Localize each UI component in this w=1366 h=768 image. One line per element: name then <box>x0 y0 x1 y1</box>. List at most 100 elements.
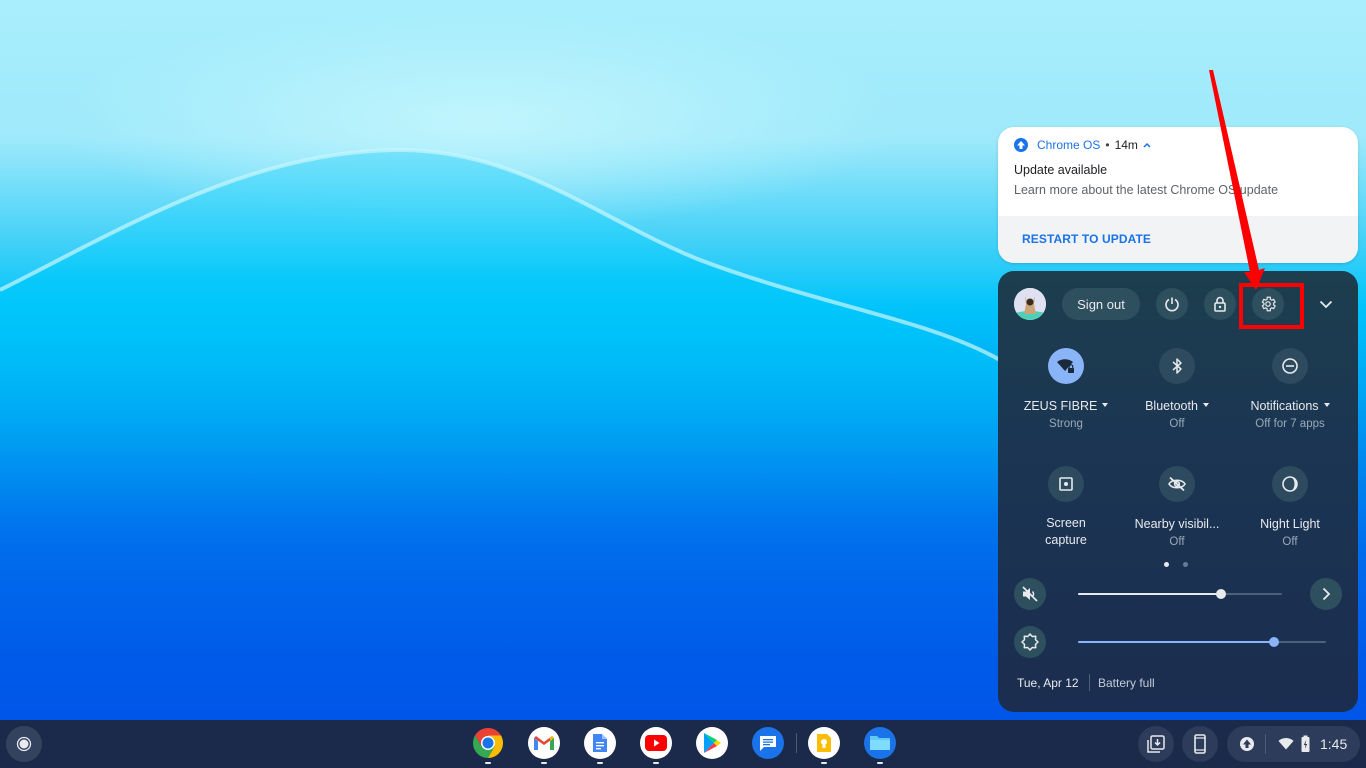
brightness-slider-thumb[interactable] <box>1268 637 1279 647</box>
page-dot-2[interactable] <box>1183 562 1188 567</box>
caret-down-icon <box>1323 402 1330 407</box>
caret-down-icon <box>1102 402 1109 407</box>
page-dot-1[interactable] <box>1164 562 1169 567</box>
running-indicator <box>821 762 827 764</box>
notifications-label: Notifications <box>1250 399 1319 413</box>
clock: 1:45 <box>1320 736 1348 752</box>
phone-hub-button[interactable] <box>1182 726 1218 762</box>
notification-time: 14m <box>1114 138 1138 152</box>
play-store-icon <box>704 733 721 753</box>
screen-capture-label-line2: capture <box>1045 533 1087 547</box>
wifi-network-menu[interactable]: ZEUS FIBRE <box>1010 398 1122 415</box>
volume-slider-thumb[interactable] <box>1215 589 1226 599</box>
shelf-app-keep[interactable] <box>808 727 840 759</box>
screen-capture-label-line1: Screen <box>1046 516 1086 530</box>
brightness-icon <box>1021 633 1039 651</box>
update-notification[interactable]: Chrome OS • 14m Update available Learn m… <box>998 127 1358 263</box>
volume-slider-fill <box>1078 593 1221 595</box>
nearby-visibility-toggle[interactable] <box>1159 466 1195 502</box>
visibility-off-icon <box>1168 476 1186 492</box>
gmail-icon <box>534 736 554 750</box>
night-light-status: Off <box>1282 536 1298 548</box>
wifi-toggle[interactable] <box>1048 348 1084 384</box>
launcher-button[interactable] <box>6 726 42 762</box>
battery-icon <box>1301 735 1310 752</box>
bluetooth-label: Bluetooth <box>1145 399 1198 413</box>
nearby-visibility-label[interactable]: Nearby visibil... <box>1121 516 1233 533</box>
notification-app-name: Chrome OS <box>1037 138 1101 152</box>
avatar[interactable] <box>1014 288 1046 320</box>
notifications-menu[interactable]: Notifications <box>1234 398 1346 415</box>
notifications-toggle[interactable] <box>1272 348 1308 384</box>
holding-space-icon <box>1147 735 1165 753</box>
running-indicator <box>485 762 491 764</box>
chevron-up-icon[interactable] <box>1143 140 1151 151</box>
brightness-slider[interactable] <box>1078 636 1326 648</box>
night-light-toggle[interactable] <box>1272 466 1308 502</box>
quick-settings-top-row: Sign out <box>998 271 1358 337</box>
notification-title: Update available <box>1014 163 1108 177</box>
notification-header: Chrome OS • 14m <box>1014 137 1151 153</box>
wifi-signal-status: Strong <box>1049 418 1083 430</box>
running-indicator <box>597 762 603 764</box>
annotation-highlight-box <box>1239 283 1304 329</box>
quick-settings-panel: Sign out ZEUS FIBRE Strong Bluetooth Off <box>998 271 1358 712</box>
volume-slider[interactable] <box>1078 588 1282 600</box>
shelf-app-docs[interactable] <box>584 727 616 759</box>
tile-night-light[interactable]: Night Light Off <box>1234 466 1346 550</box>
battery-status[interactable]: Battery full <box>1098 676 1155 690</box>
phone-icon <box>1194 734 1206 754</box>
do-not-disturb-icon <box>1282 358 1298 374</box>
caret-down-icon <box>1202 402 1209 407</box>
footer-divider <box>1089 674 1090 691</box>
shelf-app-chrome[interactable] <box>472 727 504 759</box>
status-area-button[interactable]: 1:45 <box>1227 726 1360 762</box>
running-indicator <box>653 762 659 764</box>
chevron-right-icon <box>1322 587 1330 601</box>
restart-to-update-button[interactable]: RESTART TO UPDATE <box>1022 232 1151 246</box>
shelf-app-files[interactable] <box>864 727 896 759</box>
date-label[interactable]: Tue, Apr 12 <box>1017 676 1079 690</box>
tile-wifi[interactable]: ZEUS FIBRE Strong <box>1010 348 1122 432</box>
notifications-status: Off for 7 apps <box>1255 418 1325 430</box>
notification-message: Learn more about the latest Chrome OS up… <box>1014 183 1279 197</box>
files-icon <box>870 736 890 750</box>
tile-nearby-visibility[interactable]: Nearby visibil... Off <box>1121 466 1233 550</box>
brightness-slider-fill <box>1078 641 1274 643</box>
screen-capture-icon <box>1059 477 1073 491</box>
shelf: 1:45 <box>0 720 1366 768</box>
volume-muted-icon <box>1022 586 1038 602</box>
update-available-icon <box>1240 737 1254 751</box>
shelf-app-youtube[interactable] <box>640 727 672 759</box>
brightness-button[interactable] <box>1014 626 1046 658</box>
screen-capture-label[interactable]: Screen capture <box>1010 515 1122 549</box>
chevron-down-icon <box>1319 300 1333 308</box>
screen-capture-toggle[interactable] <box>1048 466 1084 502</box>
power-button[interactable] <box>1156 288 1188 320</box>
sign-out-button[interactable]: Sign out <box>1062 288 1140 320</box>
shelf-app-play-store[interactable] <box>696 727 728 759</box>
mute-toggle-button[interactable] <box>1014 578 1046 610</box>
notification-actions: RESTART TO UPDATE <box>998 216 1358 263</box>
tile-screen-capture[interactable]: Screen capture <box>1010 466 1122 549</box>
messages-icon <box>760 736 776 751</box>
holding-space-button[interactable] <box>1138 726 1174 762</box>
lock-button[interactable] <box>1204 288 1236 320</box>
bluetooth-menu[interactable]: Bluetooth <box>1121 398 1233 415</box>
shelf-app-messages[interactable] <box>752 727 784 759</box>
tile-notifications[interactable]: Notifications Off for 7 apps <box>1234 348 1346 432</box>
wifi-locked-icon <box>1057 359 1074 373</box>
tile-page-indicator <box>1164 562 1188 567</box>
wifi-icon <box>1278 738 1294 750</box>
bluetooth-icon <box>1172 358 1182 374</box>
night-light-label[interactable]: Night Light <box>1234 516 1346 533</box>
audio-settings-button[interactable] <box>1310 578 1342 610</box>
bluetooth-toggle[interactable] <box>1159 348 1195 384</box>
bluetooth-status: Off <box>1169 418 1185 430</box>
collapse-button[interactable] <box>1310 288 1342 320</box>
launcher-icon <box>16 736 32 752</box>
lock-icon <box>1214 296 1226 312</box>
tile-bluetooth[interactable]: Bluetooth Off <box>1121 348 1233 432</box>
shelf-app-gmail[interactable] <box>528 727 560 759</box>
youtube-icon <box>645 735 667 751</box>
